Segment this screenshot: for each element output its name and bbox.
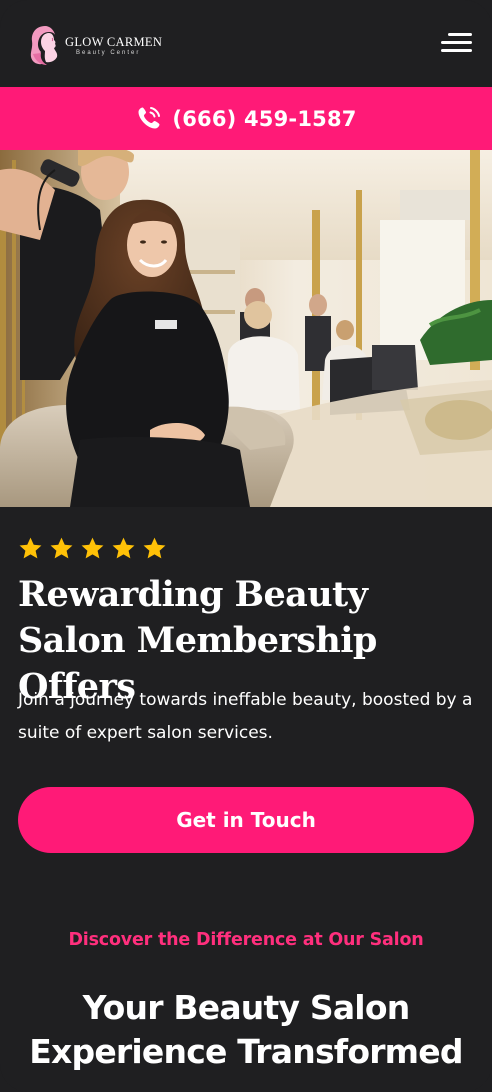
- star-icon: [50, 537, 73, 559]
- star-icon: [19, 537, 42, 559]
- menu-line: [441, 41, 472, 44]
- star-icon: [112, 537, 135, 559]
- rating-stars: [18, 536, 173, 561]
- menu-line: [441, 49, 472, 52]
- hero-image: [0, 150, 492, 507]
- star-icon: [81, 537, 104, 559]
- menu-line: [448, 33, 472, 36]
- brand-logo[interactable]: GLOW CARMEN Beauty Center: [28, 24, 162, 66]
- woman-profile-logo-icon: [30, 26, 58, 65]
- page: GLOW CARMEN Beauty Center (666) 459-1587: [0, 0, 492, 1092]
- brand-name: GLOW CARMEN: [65, 35, 163, 49]
- salon-photo: [0, 150, 492, 507]
- hamburger-menu-icon[interactable]: [440, 31, 472, 55]
- brand-wordmark: GLOW CARMEN Beauty Center: [65, 35, 163, 57]
- get-in-touch-button[interactable]: Get in Touch: [18, 787, 474, 853]
- brand-tagline: Beauty Center: [76, 50, 141, 56]
- section-eyebrow: Discover the Difference at Our Salon: [68, 930, 424, 950]
- phone-ringing-icon: [138, 106, 161, 128]
- intro-text: Join a journey towards ineffable beauty,…: [18, 690, 473, 743]
- section-title: Your Beauty Salon Experience Transformed: [29, 988, 463, 1071]
- star-icon: [143, 537, 166, 559]
- site-header: GLOW CARMEN Beauty Center: [0, 0, 492, 87]
- phone-number: (666) 459-1587: [172, 106, 357, 131]
- call-phone-link[interactable]: (666) 459-1587: [0, 87, 492, 150]
